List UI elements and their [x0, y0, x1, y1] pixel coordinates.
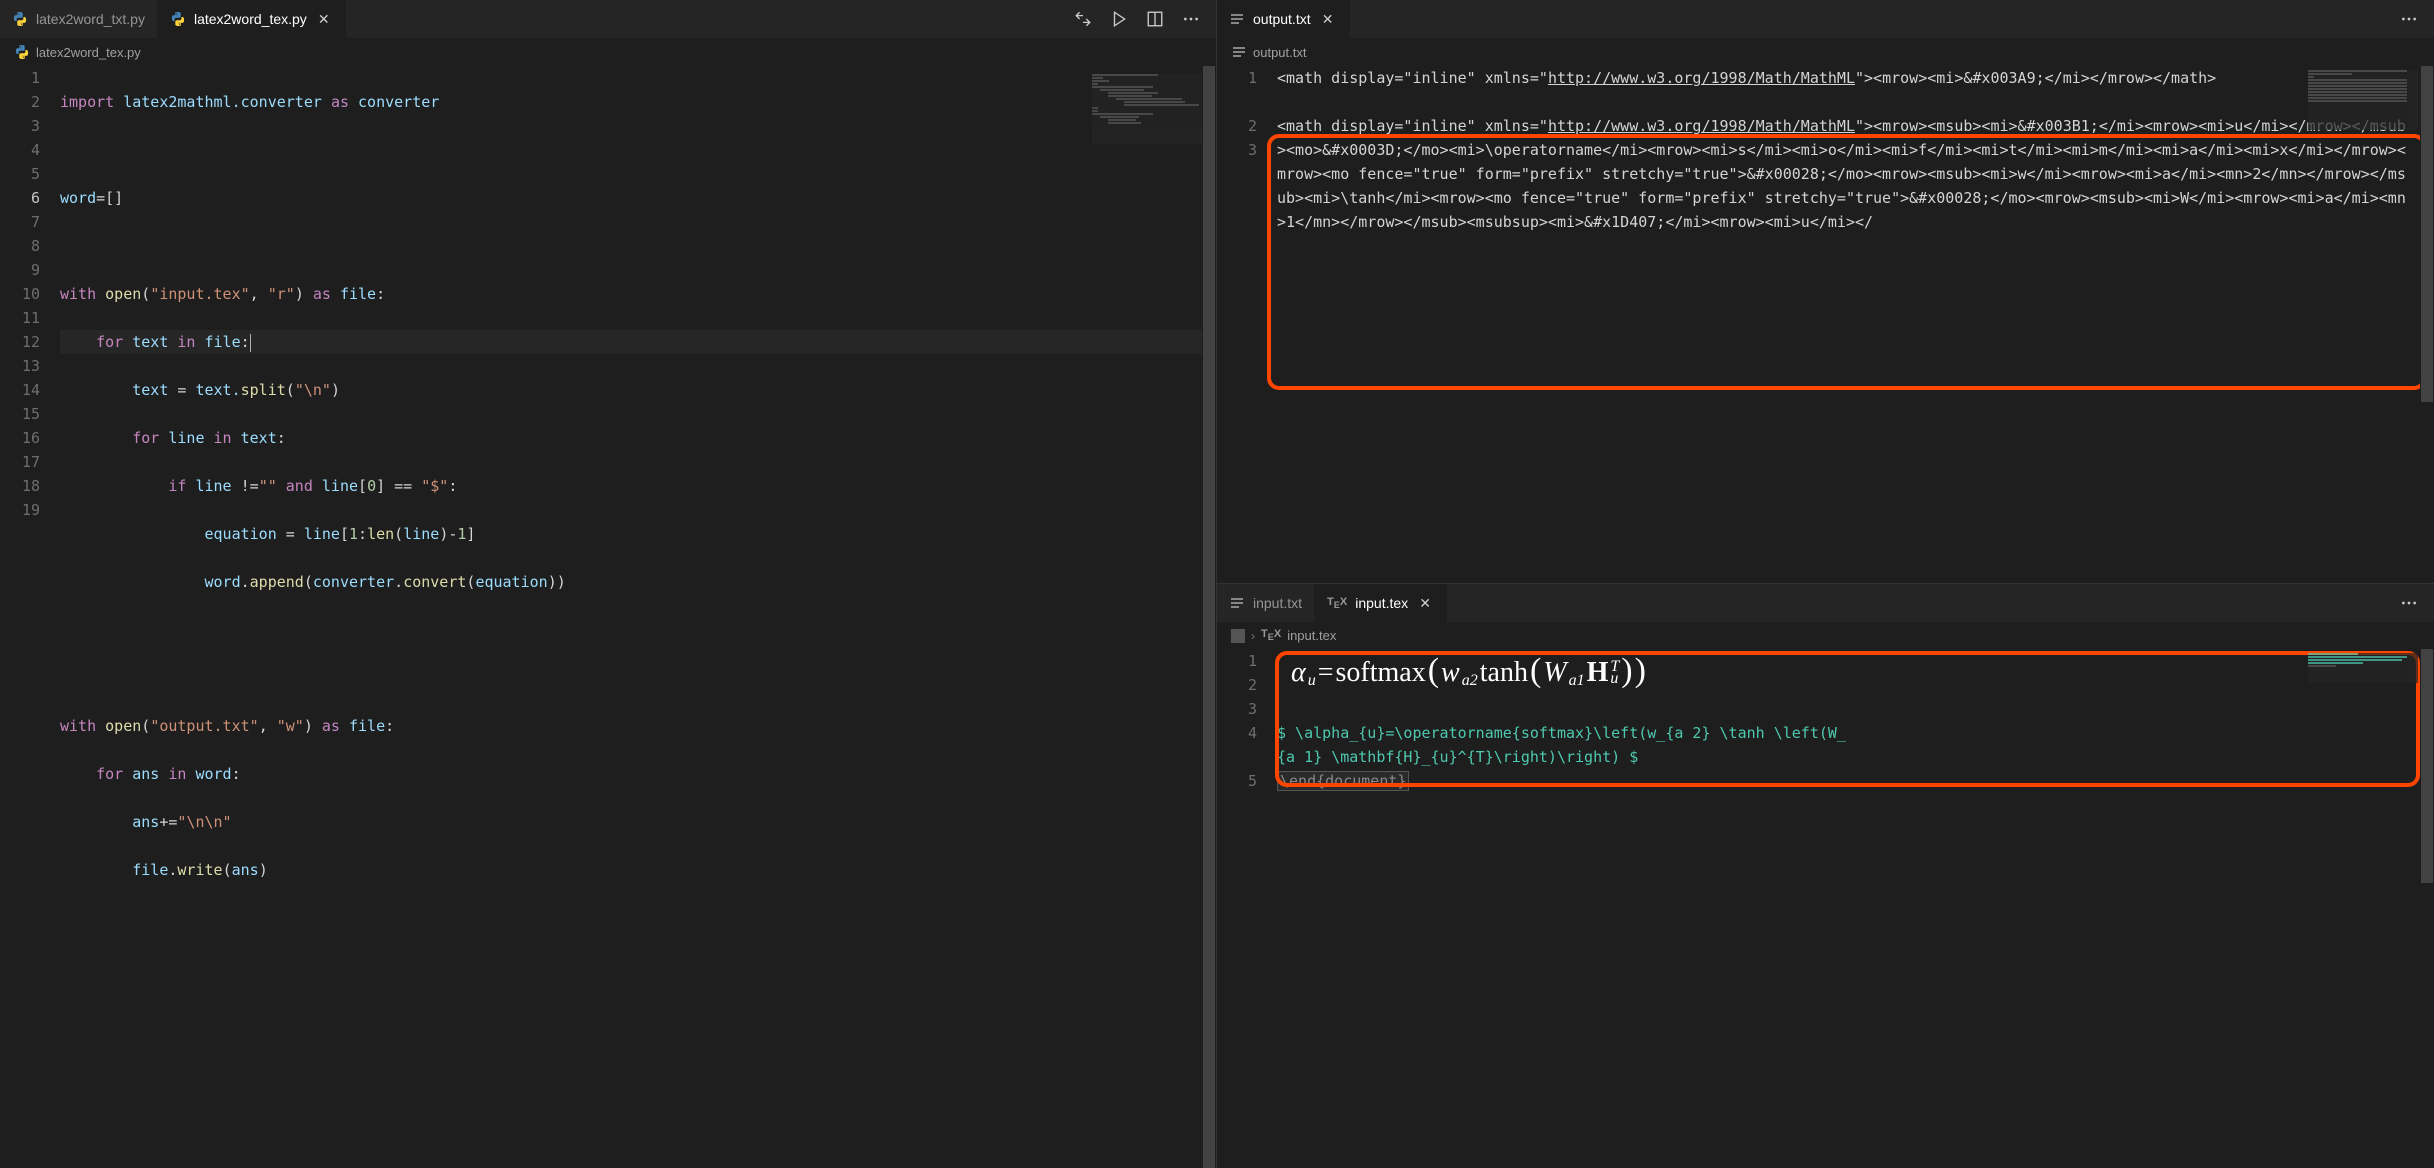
editor-actions: [1058, 10, 1216, 28]
output-text: <math display="inline" xmlns=": [1277, 69, 1548, 87]
scrollbar[interactable]: [2420, 66, 2434, 583]
tab-latex2word-txt[interactable]: latex2word_txt.py: [0, 0, 158, 38]
tab-output-txt[interactable]: output.txt ✕: [1217, 0, 1350, 38]
tex-icon: TEX: [1327, 596, 1347, 610]
chevron-right-icon: ›: [1251, 629, 1255, 643]
breadcrumb[interactable]: output.txt: [1217, 38, 2434, 66]
breadcrumb[interactable]: latex2word_tex.py: [0, 38, 1216, 66]
left-editor-panel: latex2word_txt.py latex2word_tex.py ✕: [0, 0, 1217, 1168]
tab-input-txt[interactable]: input.txt: [1217, 584, 1315, 622]
breadcrumb[interactable]: › TEX input.tex: [1217, 622, 2434, 649]
mathml-url: http://www.w3.org/1998/Math/MathML: [1548, 69, 1855, 87]
compare-icon[interactable]: [1074, 10, 1092, 28]
line-gutter: 1234 5: [1217, 649, 1277, 1168]
mathml-url: http://www.w3.org/1998/Math/MathML: [1548, 117, 1855, 135]
close-icon[interactable]: ✕: [1416, 594, 1434, 612]
python-icon: [12, 11, 28, 27]
tex-icon: TEX: [1261, 628, 1281, 642]
split-icon[interactable]: [1146, 10, 1164, 28]
scrollbar[interactable]: [1202, 66, 1216, 1168]
more-icon[interactable]: [1182, 10, 1200, 28]
output-text: "><mrow><mi>&#x003A9;</mi></mrow></math>: [1855, 69, 2216, 87]
code-area[interactable]: import latex2mathml.converter as convert…: [60, 66, 1216, 1168]
python-icon: [170, 11, 186, 27]
output-tab-bar: output.txt ✕: [1217, 0, 2434, 38]
close-icon[interactable]: ✕: [1319, 10, 1337, 28]
input-tex-panel: input.txt TEX input.tex ✕ › TEX input.te…: [1217, 584, 2434, 1168]
run-icon[interactable]: [1110, 10, 1128, 28]
breadcrumb-file: input.tex: [1287, 628, 1336, 643]
scrollbar[interactable]: [2420, 649, 2434, 1168]
highlight-annotation: [1267, 134, 2426, 390]
output-text: <math display="inline" xmlns=": [1277, 117, 1548, 135]
highlight-annotation: [1275, 651, 2420, 787]
input-tab-bar: input.txt TEX input.tex ✕: [1217, 584, 2434, 622]
modified-indicator-icon: [1231, 629, 1245, 643]
right-panel: output.txt ✕ output.txt 1 23 <math disp: [1217, 0, 2434, 1168]
tab-label: latex2word_txt.py: [36, 11, 145, 27]
output-editor[interactable]: 1 23 <math display="inline" xmlns="http:…: [1217, 66, 2434, 583]
more-icon[interactable]: [2400, 10, 2418, 28]
text-file-icon: [1229, 595, 1245, 611]
tab-latex2word-tex[interactable]: latex2word_tex.py ✕: [158, 0, 346, 38]
tex-editor[interactable]: 1234 5 αu = softmax ( wa2 tanh ( Wa1 HTu…: [1217, 649, 2434, 1168]
line-gutter: 12345678910111213141516171819: [0, 66, 60, 1168]
text-file-icon: [1231, 44, 1247, 60]
tab-input-tex[interactable]: TEX input.tex ✕: [1315, 584, 1447, 622]
left-tab-bar: latex2word_txt.py latex2word_tex.py ✕: [0, 0, 1216, 38]
code-editor[interactable]: 12345678910111213141516171819 import lat…: [0, 66, 1216, 1168]
breadcrumb-file: latex2word_tex.py: [36, 45, 141, 60]
tab-label: input.tex: [1355, 595, 1408, 611]
python-icon: [14, 44, 30, 60]
output-panel: output.txt ✕ output.txt 1 23 <math disp: [1217, 0, 2434, 584]
breadcrumb-file: output.txt: [1253, 45, 1306, 60]
close-icon[interactable]: ✕: [315, 10, 333, 28]
tab-label: output.txt: [1253, 11, 1311, 27]
text-file-icon: [1229, 11, 1245, 27]
tab-label: input.txt: [1253, 595, 1302, 611]
more-icon[interactable]: [2400, 594, 2418, 612]
tab-label: latex2word_tex.py: [194, 11, 307, 27]
